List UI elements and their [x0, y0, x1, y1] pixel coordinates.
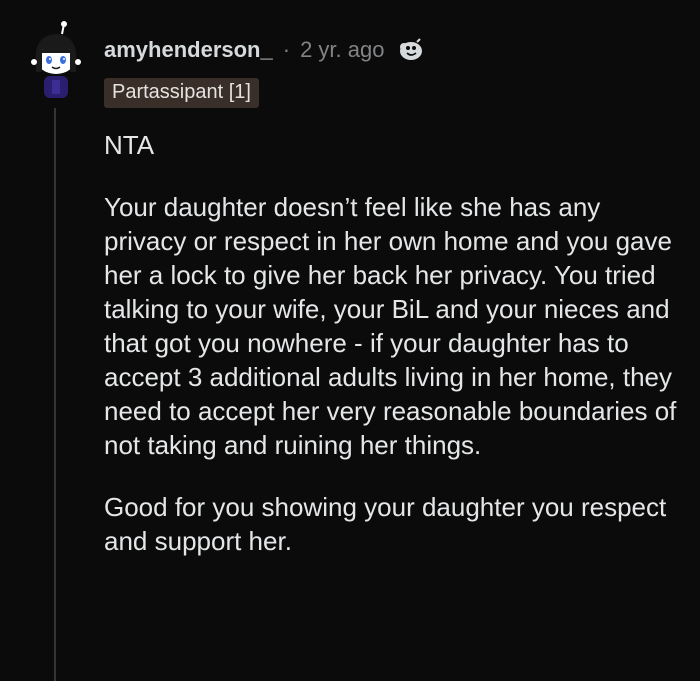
thread-line[interactable] — [54, 108, 56, 681]
comment-paragraph: NTA — [104, 130, 155, 160]
timestamp[interactable]: 2 yr. ago — [300, 37, 384, 63]
user-avatar[interactable] — [28, 20, 84, 100]
username-link[interactable]: amyhenderson_ — [104, 37, 273, 63]
award-icon[interactable] — [396, 36, 424, 64]
comment: amyhenderson_ · 2 yr. ago Partassipant [… — [0, 0, 700, 681]
comment-paragraph: Your daughter doesn’t feel like she has … — [104, 192, 677, 460]
user-flair: Partassipant [1] — [104, 78, 259, 108]
comment-meta: amyhenderson_ · 2 yr. ago — [104, 34, 424, 66]
comment-paragraph: Good for you showing your daughter you r… — [104, 492, 667, 556]
meta-separator: · — [282, 37, 291, 62]
comment-body: NTA Your daughter doesn’t feel like she … — [104, 128, 689, 586]
